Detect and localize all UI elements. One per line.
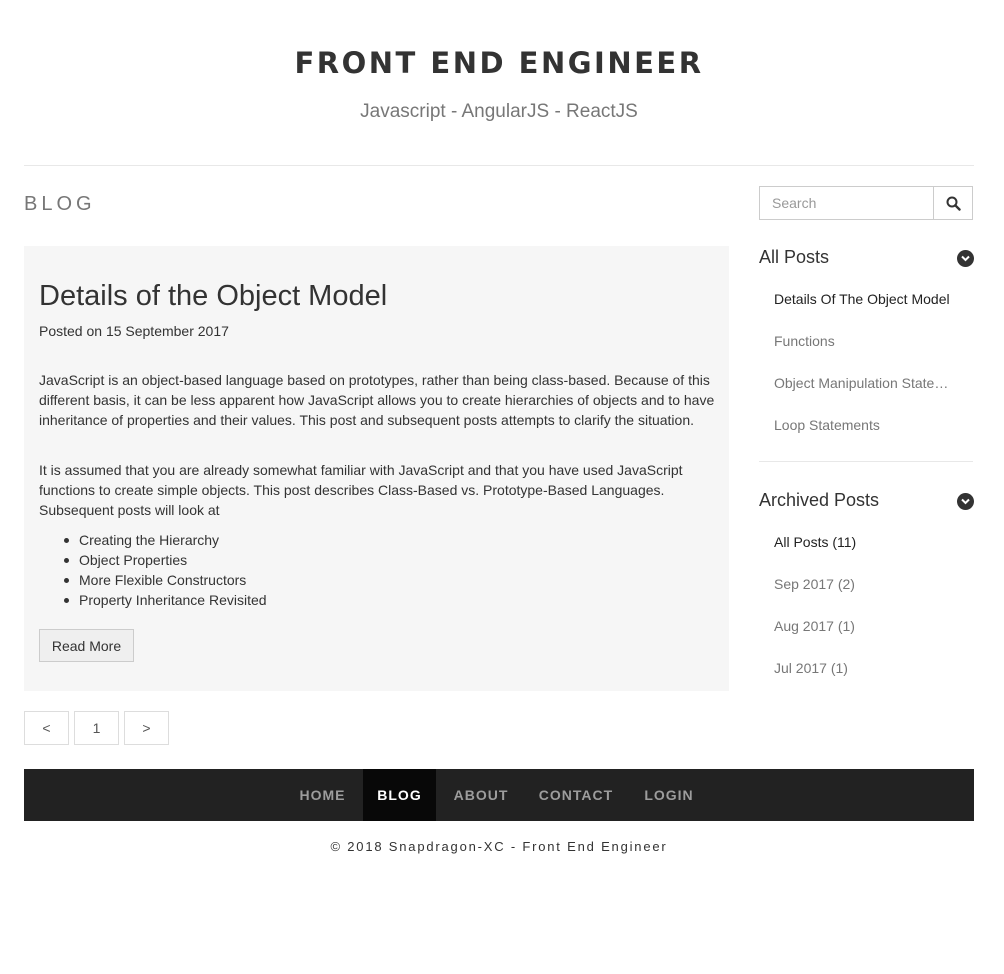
sidebar-post-link[interactable]: Details Of The Object Model [774, 291, 954, 307]
all-posts-heading[interactable]: All Posts [759, 247, 829, 268]
search-button[interactable] [933, 186, 973, 220]
pagination-page-button[interactable]: 1 [74, 711, 119, 745]
search-input[interactable]: Search [759, 186, 934, 220]
pagination-prev-button[interactable]: < [24, 711, 69, 745]
header-divider [24, 165, 974, 166]
sidebar-archive-link[interactable]: Jul 2017 (1) [774, 660, 954, 676]
read-more-button[interactable]: Read More [39, 629, 134, 662]
list-item: Creating the Hierarchy [64, 530, 267, 550]
sidebar-archive-link[interactable]: All Posts (11) [774, 534, 954, 550]
sidebar-post-link[interactable]: Loop Statements [774, 417, 954, 433]
nav-item-contact[interactable]: CONTACT [531, 769, 621, 821]
sidebar-post-link[interactable]: Functions [774, 333, 954, 349]
site-title: FRONT END ENGINEER [294, 46, 704, 80]
nav-item-about[interactable]: ABOUT [445, 769, 517, 821]
sidebar-archive-link[interactable]: Aug 2017 (1) [774, 618, 954, 634]
list-item: Property Inheritance Revisited [64, 592, 267, 608]
pagination-next-button[interactable]: > [124, 711, 169, 745]
nav-item-home[interactable]: HOME [289, 769, 356, 821]
chevron-down-icon[interactable] [957, 493, 974, 510]
footer-nav: HOME BLOG ABOUT CONTACT LOGIN [24, 769, 974, 821]
list-item: Object Properties [64, 550, 267, 570]
archived-posts-heading[interactable]: Archived Posts [759, 490, 879, 511]
site-subtitle: Javascript - AngularJS - ReactJS [360, 101, 638, 122]
post-paragraph: JavaScript is an object-based language b… [39, 372, 715, 428]
post-card: Details of the Object Model Posted on 15… [24, 246, 729, 691]
copyright-text: © 2018 Snapdragon-XC - Front End Enginee… [330, 839, 668, 854]
post-paragraph: It is assumed that you are already somew… [39, 462, 683, 518]
list-item: More Flexible Constructors [64, 570, 267, 590]
chevron-down-icon[interactable] [957, 250, 974, 267]
post-title[interactable]: Details of the Object Model [39, 280, 387, 313]
post-topic-list: Creating the Hierarchy Object Properties… [64, 530, 267, 610]
post-date: Posted on 15 September 2017 [39, 323, 229, 339]
sidebar-divider [759, 461, 973, 462]
nav-item-login[interactable]: LOGIN [636, 769, 702, 821]
sidebar-post-link[interactable]: Object Manipulation Statements [774, 375, 950, 391]
sidebar-archive-link[interactable]: Sep 2017 (2) [774, 576, 954, 592]
section-title: BLOG [24, 193, 96, 215]
nav-item-blog[interactable]: BLOG [363, 769, 436, 821]
search-icon [946, 196, 961, 211]
